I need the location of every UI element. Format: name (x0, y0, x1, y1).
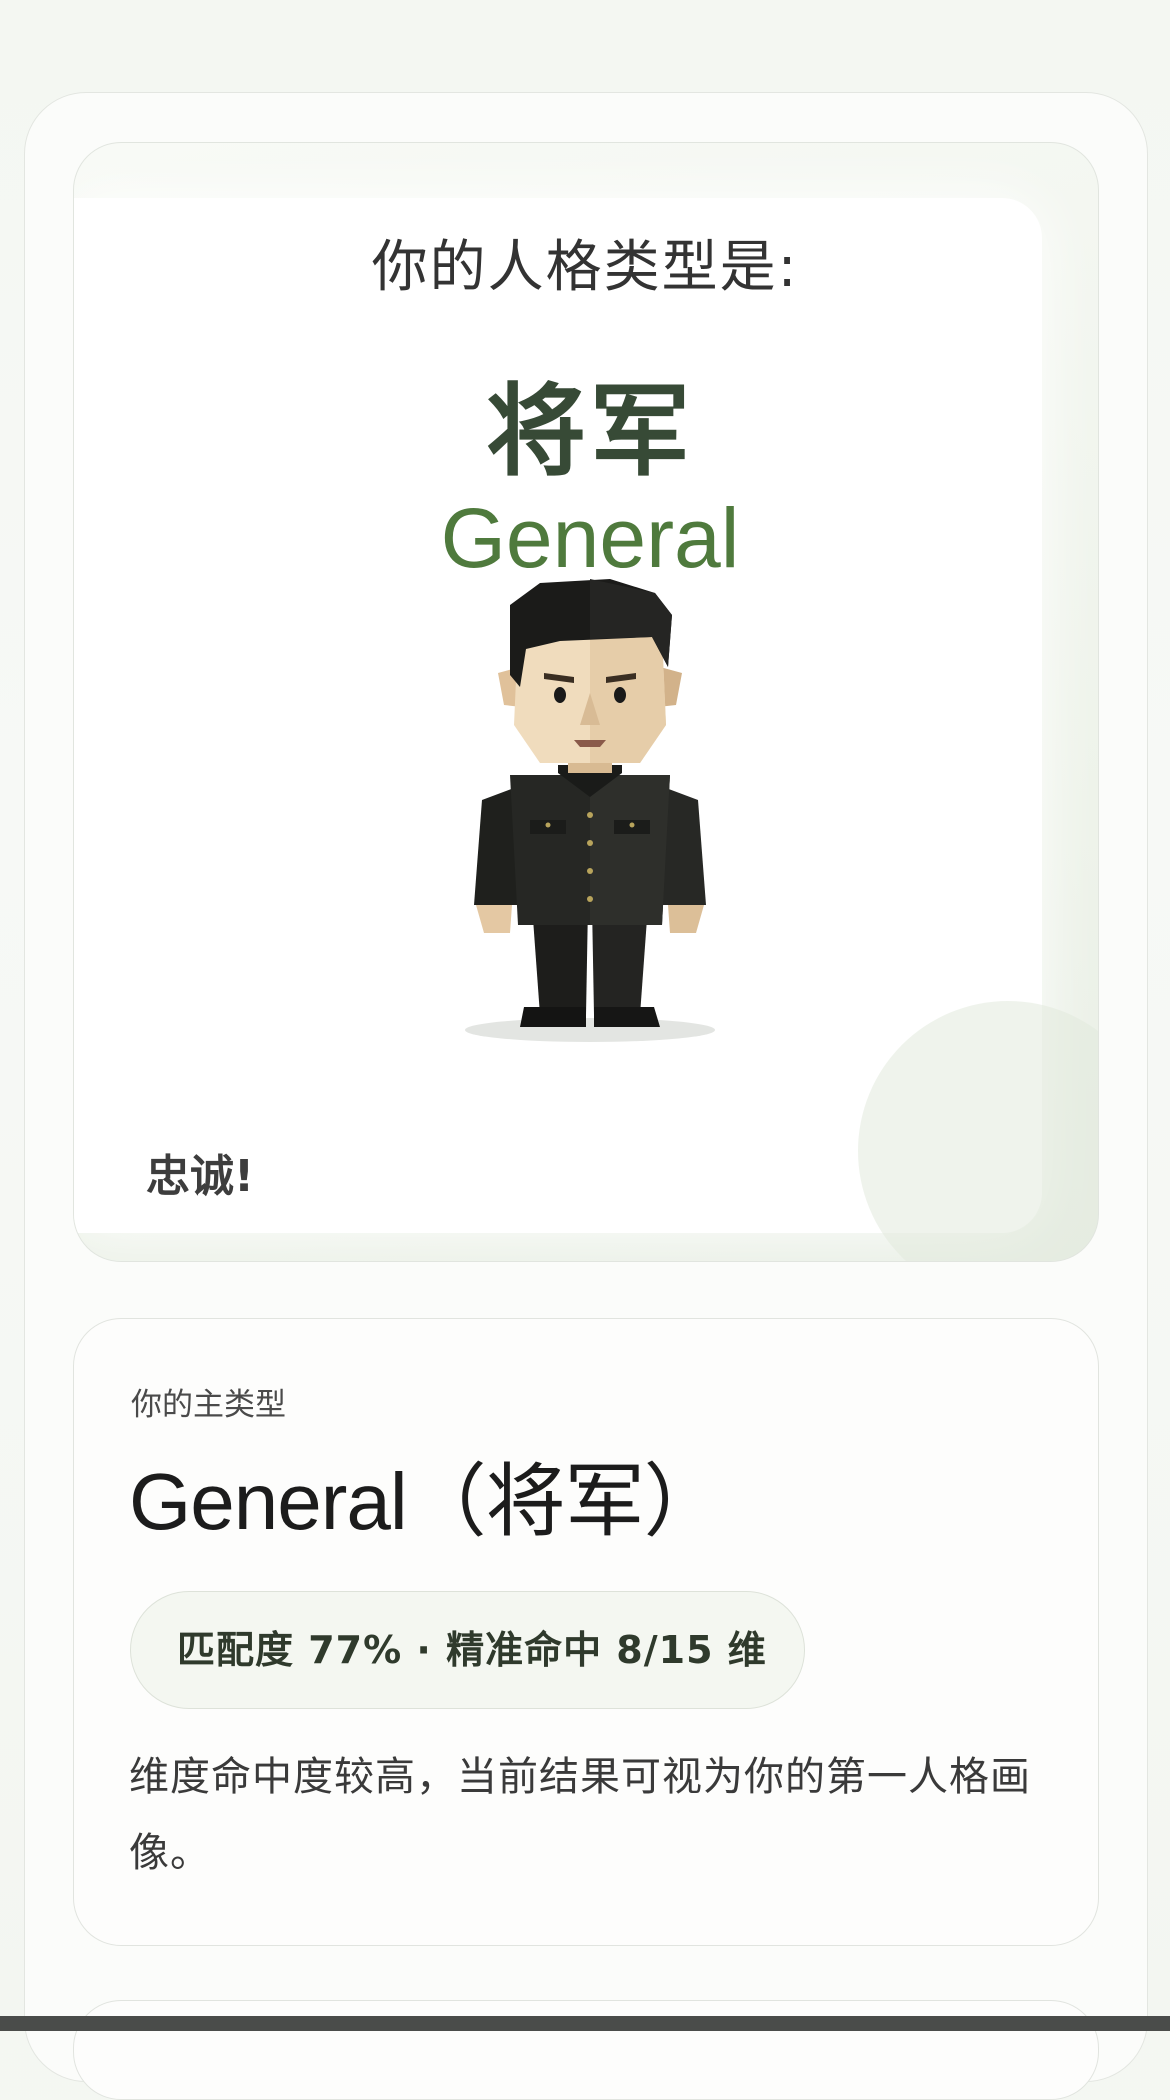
personality-type-chinese: 将军 (486, 373, 694, 490)
main-type-card: 你的主类型 General（将军） 匹配度 77% · 精准命中 8/15 维 … (73, 1318, 1099, 1946)
main-type-label: 你的主类型 (131, 1387, 286, 1423)
hero-heading: 你的人格类型是: (371, 235, 799, 300)
next-section-card (73, 2000, 1099, 2100)
bottom-system-bar (0, 2016, 1170, 2031)
personality-motto: 忠诚! (146, 1151, 255, 1202)
general-character-illustration (465, 579, 715, 1042)
main-type-title: General（将军） (129, 1457, 724, 1546)
personality-type-english: General (440, 491, 740, 585)
result-description: 维度命中度较高，当前结果可视为你的第一人格画像。 (129, 1754, 1031, 1876)
match-score-badge: 匹配度 77% · 精准命中 8/15 维 (130, 1591, 805, 1709)
